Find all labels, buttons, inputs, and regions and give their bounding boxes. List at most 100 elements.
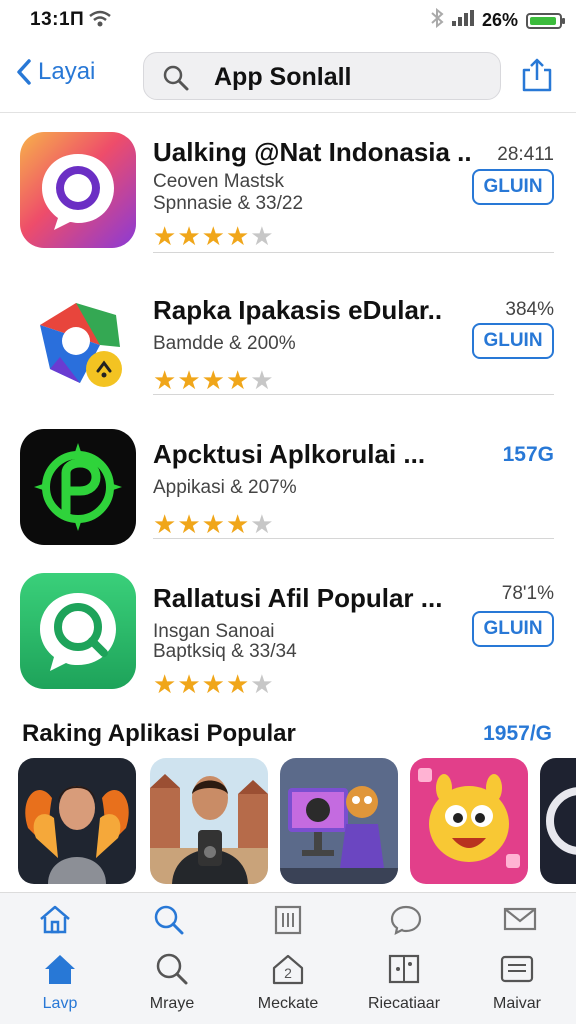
chat-icon [390, 905, 422, 935]
list-item[interactable]: Rapka Ipakasis eDular.. Bamdde & 200% ★ ★… [0, 271, 576, 411]
share-icon [522, 58, 552, 92]
app-size: 78'1% [501, 583, 554, 604]
app-size: 384% [505, 299, 554, 320]
building-icon [274, 905, 302, 935]
star-icon: ★ [177, 669, 201, 699]
home-icon [40, 905, 70, 934]
ranking-thumbnail[interactable] [18, 758, 136, 884]
ranking-thumbnail[interactable] [540, 758, 576, 884]
app-title: Rapka Ipakasis eDular.. [153, 295, 443, 325]
star-empty-icon: ★ [250, 365, 274, 395]
star-icon: ★ [153, 221, 177, 251]
app-meta: Spnnasie & 33/22 [153, 193, 304, 214]
app-size: 28:411 [497, 144, 554, 165]
tab-building-secondary[interactable] [238, 903, 338, 940]
app-icon-target[interactable] [20, 429, 136, 545]
tab-label: Maivar [492, 995, 541, 1012]
tab-categories[interactable]: Riecatiaar [354, 952, 454, 1013]
search-icon [162, 64, 190, 97]
status-time: 13:1Π [30, 9, 85, 30]
divider [153, 538, 554, 539]
tab-home-secondary[interactable] [5, 903, 105, 940]
secondary-tab-bar [0, 892, 576, 946]
tab-search[interactable]: Mraye [122, 952, 222, 1013]
back-label: Layai [38, 58, 96, 85]
bluetooth-icon [430, 7, 444, 33]
app-icon-maps[interactable] [20, 285, 136, 401]
star-empty-icon: ★ [250, 669, 274, 699]
search-icon [156, 953, 188, 985]
star-empty-icon: ★ [250, 221, 274, 251]
app-subtitle: Bamdde & 200% [153, 333, 296, 354]
app-title: Rallatusi Afil Popular ... [153, 583, 443, 613]
battery-percent: 26% [481, 10, 518, 30]
battery-icon [526, 12, 565, 29]
search-icon [154, 905, 184, 935]
list-item[interactable]: Apcktusi Aplkorulai ... Appikasi & 207% … [0, 415, 576, 555]
status-right: 26% [430, 7, 565, 33]
app-icon-camera-chat[interactable] [20, 132, 136, 248]
star-icon: ★ [153, 365, 177, 395]
list-item[interactable]: Rallatusi Afil Popular ... Insgan Sanoai… [0, 559, 576, 699]
search-field[interactable]: App Sonlall [143, 52, 501, 100]
tab-messages[interactable]: Maivar [467, 952, 567, 1013]
tab-label: Meckate [257, 995, 319, 1012]
ranking-carousel[interactable] [18, 758, 576, 884]
chevron-left-icon [17, 59, 31, 85]
app-subtitle: Ceoven Mastsk [153, 171, 284, 192]
star-empty-icon: ★ [250, 509, 274, 539]
rating-stars: ★ ★ ★ ★ ★ [153, 671, 274, 697]
get-button[interactable]: GLUIN [472, 169, 554, 205]
rating-stars: ★ ★ ★ ★ ★ [153, 511, 274, 537]
star-icon: ★ [225, 365, 250, 395]
star-icon: ★ [177, 509, 201, 539]
tab-label: Riecatiaar [367, 995, 441, 1012]
app-title: Apcktusi Aplkorulai ... [153, 439, 426, 469]
ranking-thumbnail[interactable] [410, 758, 528, 884]
ranking-thumbnail[interactable] [150, 758, 268, 884]
ranking-thumbnail[interactable] [280, 758, 398, 884]
rating-stars: ★ ★ ★ ★ ★ [153, 223, 274, 249]
search-text: App Sonlall [214, 63, 352, 91]
star-icon: ★ [225, 669, 250, 699]
status-bar: 13:1Π 26% [0, 0, 576, 40]
svg-text:2: 2 [284, 965, 292, 981]
main-tab-bar: Lavp Mraye 2 Meckate Riecatiaar Maivar [0, 944, 576, 1024]
star-icon: ★ [225, 509, 250, 539]
house-icon: 2 [272, 954, 304, 985]
share-button[interactable] [520, 56, 554, 99]
app-size[interactable]: 157G [503, 443, 554, 467]
get-button[interactable]: GLUIN [472, 323, 554, 359]
star-icon: ★ [225, 221, 250, 251]
back-button[interactable]: Layai [16, 58, 95, 86]
grid-icon [388, 954, 420, 984]
mail-icon [503, 907, 537, 931]
divider [153, 252, 554, 253]
app-meta: Baptksiq & 33/34 [153, 641, 297, 662]
tab-chat-secondary[interactable] [356, 903, 456, 940]
app-icon-chat-search[interactable] [20, 573, 136, 689]
tab-home[interactable]: Lavp [10, 952, 110, 1013]
section-title: Raking Aplikasi Popular [22, 720, 296, 747]
star-icon: ★ [201, 509, 225, 539]
star-icon: ★ [201, 221, 225, 251]
tab-mail-secondary[interactable] [470, 903, 570, 940]
app-subtitle: Appikasi & 207% [153, 477, 297, 498]
tab-label: Mraye [149, 995, 195, 1012]
get-button[interactable]: GLUIN [472, 611, 554, 647]
star-icon: ★ [201, 669, 225, 699]
nav-bar: Layai App Sonlall [0, 40, 576, 113]
tab-label: Lavp [42, 995, 78, 1012]
app-title: Ualking @Nat Indonasia .. [153, 137, 472, 167]
list-item[interactable]: Ualking @Nat Indonasia .. Ceoven Mastsk … [0, 113, 576, 253]
tab-search-secondary[interactable] [119, 903, 219, 940]
star-icon: ★ [177, 221, 201, 251]
home-icon [45, 955, 75, 984]
wifi-icon [88, 10, 112, 33]
section-more-link[interactable]: 1957/G [483, 722, 552, 746]
star-icon: ★ [153, 669, 177, 699]
star-icon: ★ [153, 509, 177, 539]
message-icon [500, 955, 534, 983]
app-subtitle: Insgan Sanoai [153, 621, 275, 642]
tab-market[interactable]: 2 Meckate [238, 952, 338, 1013]
